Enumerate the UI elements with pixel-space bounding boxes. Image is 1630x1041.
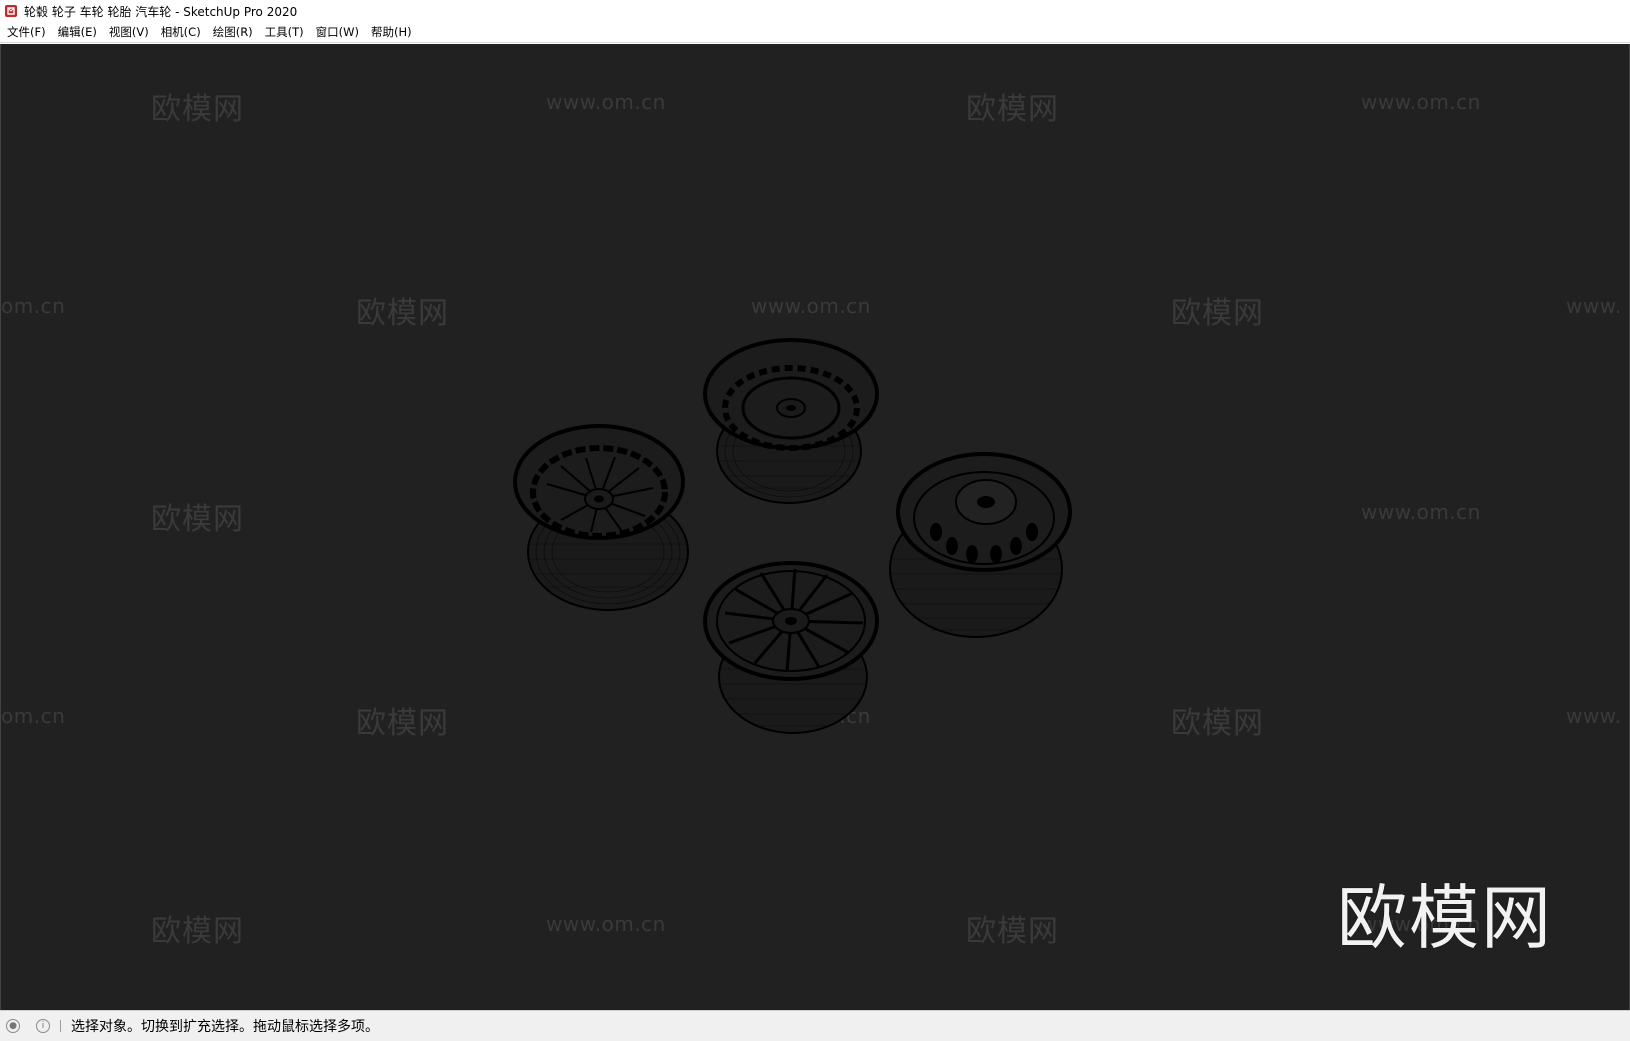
window-title: 轮毂 轮子 车轮 轮胎 汽车轮 - SketchUp Pro 2020 [24, 4, 298, 19]
watermark-url: www. [1566, 294, 1622, 318]
status-message: 选择对象。切换到扩充选择。拖动鼠标选择多项。 [71, 1019, 379, 1035]
sketchup-window: 轮毂 轮子 车轮 轮胎 汽车轮 - SketchUp Pro 2020 文件(F… [0, 0, 1630, 1041]
watermark-text: 欧模网 [1171, 296, 1264, 331]
watermark-url: www.om.cn [546, 90, 666, 114]
watermark-text: 欧模网 [151, 92, 244, 127]
wheel-rim-model[interactable] [701, 559, 886, 739]
watermark-text: 欧模网 [356, 706, 449, 741]
wheel-rim-model[interactable] [701, 336, 886, 511]
watermark-url: www.om.cn [1361, 500, 1481, 524]
menu-edit[interactable]: 编辑(E) [53, 23, 104, 41]
menu-draw[interactable]: 绘图(R) [208, 23, 260, 41]
geo-location-icon[interactable]: ● [6, 1019, 20, 1033]
title-bar: 轮毂 轮子 车轮 轮胎 汽车轮 - SketchUp Pro 2020 [0, 0, 1630, 22]
watermark-url: om.cn [1, 704, 66, 728]
watermark-url: om.cn [1, 294, 66, 318]
watermark-text: 欧模网 [966, 92, 1059, 127]
watermark-text: 欧模网 [966, 914, 1059, 949]
watermark-text: 欧模网 [1171, 706, 1264, 741]
sketchup-app-icon [5, 5, 17, 17]
menu-window[interactable]: 窗口(W) [311, 23, 366, 41]
watermark-text: 欧模网 [151, 914, 244, 949]
watermark-url: www.om.cn [546, 912, 666, 936]
watermark-url: www.om.cn [751, 294, 871, 318]
model-viewport[interactable]: 欧模网 www.om.cn 欧模网 www.om.cn om.cn 欧模网 ww… [0, 44, 1630, 1010]
menu-view[interactable]: 视图(V) [104, 23, 156, 41]
wheel-rim-model[interactable] [886, 444, 1076, 644]
watermark-text: 欧模网 [356, 296, 449, 331]
info-icon[interactable]: i [36, 1019, 50, 1033]
status-separator [60, 1020, 61, 1032]
watermark-url: www.om.cn [1361, 90, 1481, 114]
status-bar: ● i 选择对象。切换到扩充选择。拖动鼠标选择多项。 [0, 1010, 1630, 1041]
menu-help[interactable]: 帮助(H) [366, 23, 419, 41]
watermark-text: 欧模网 [151, 502, 244, 537]
menu-bar: 文件(F) 编辑(E) 视图(V) 相机(C) 绘图(R) 工具(T) 窗口(W… [0, 22, 1630, 43]
wheel-rim-model[interactable] [511, 424, 691, 614]
watermark-url: www. [1566, 704, 1622, 728]
menu-camera[interactable]: 相机(C) [156, 23, 208, 41]
menu-tools[interactable]: 工具(T) [260, 23, 311, 41]
site-logo-watermark: 欧模网 [1337, 877, 1553, 959]
menu-file[interactable]: 文件(F) [2, 23, 53, 41]
